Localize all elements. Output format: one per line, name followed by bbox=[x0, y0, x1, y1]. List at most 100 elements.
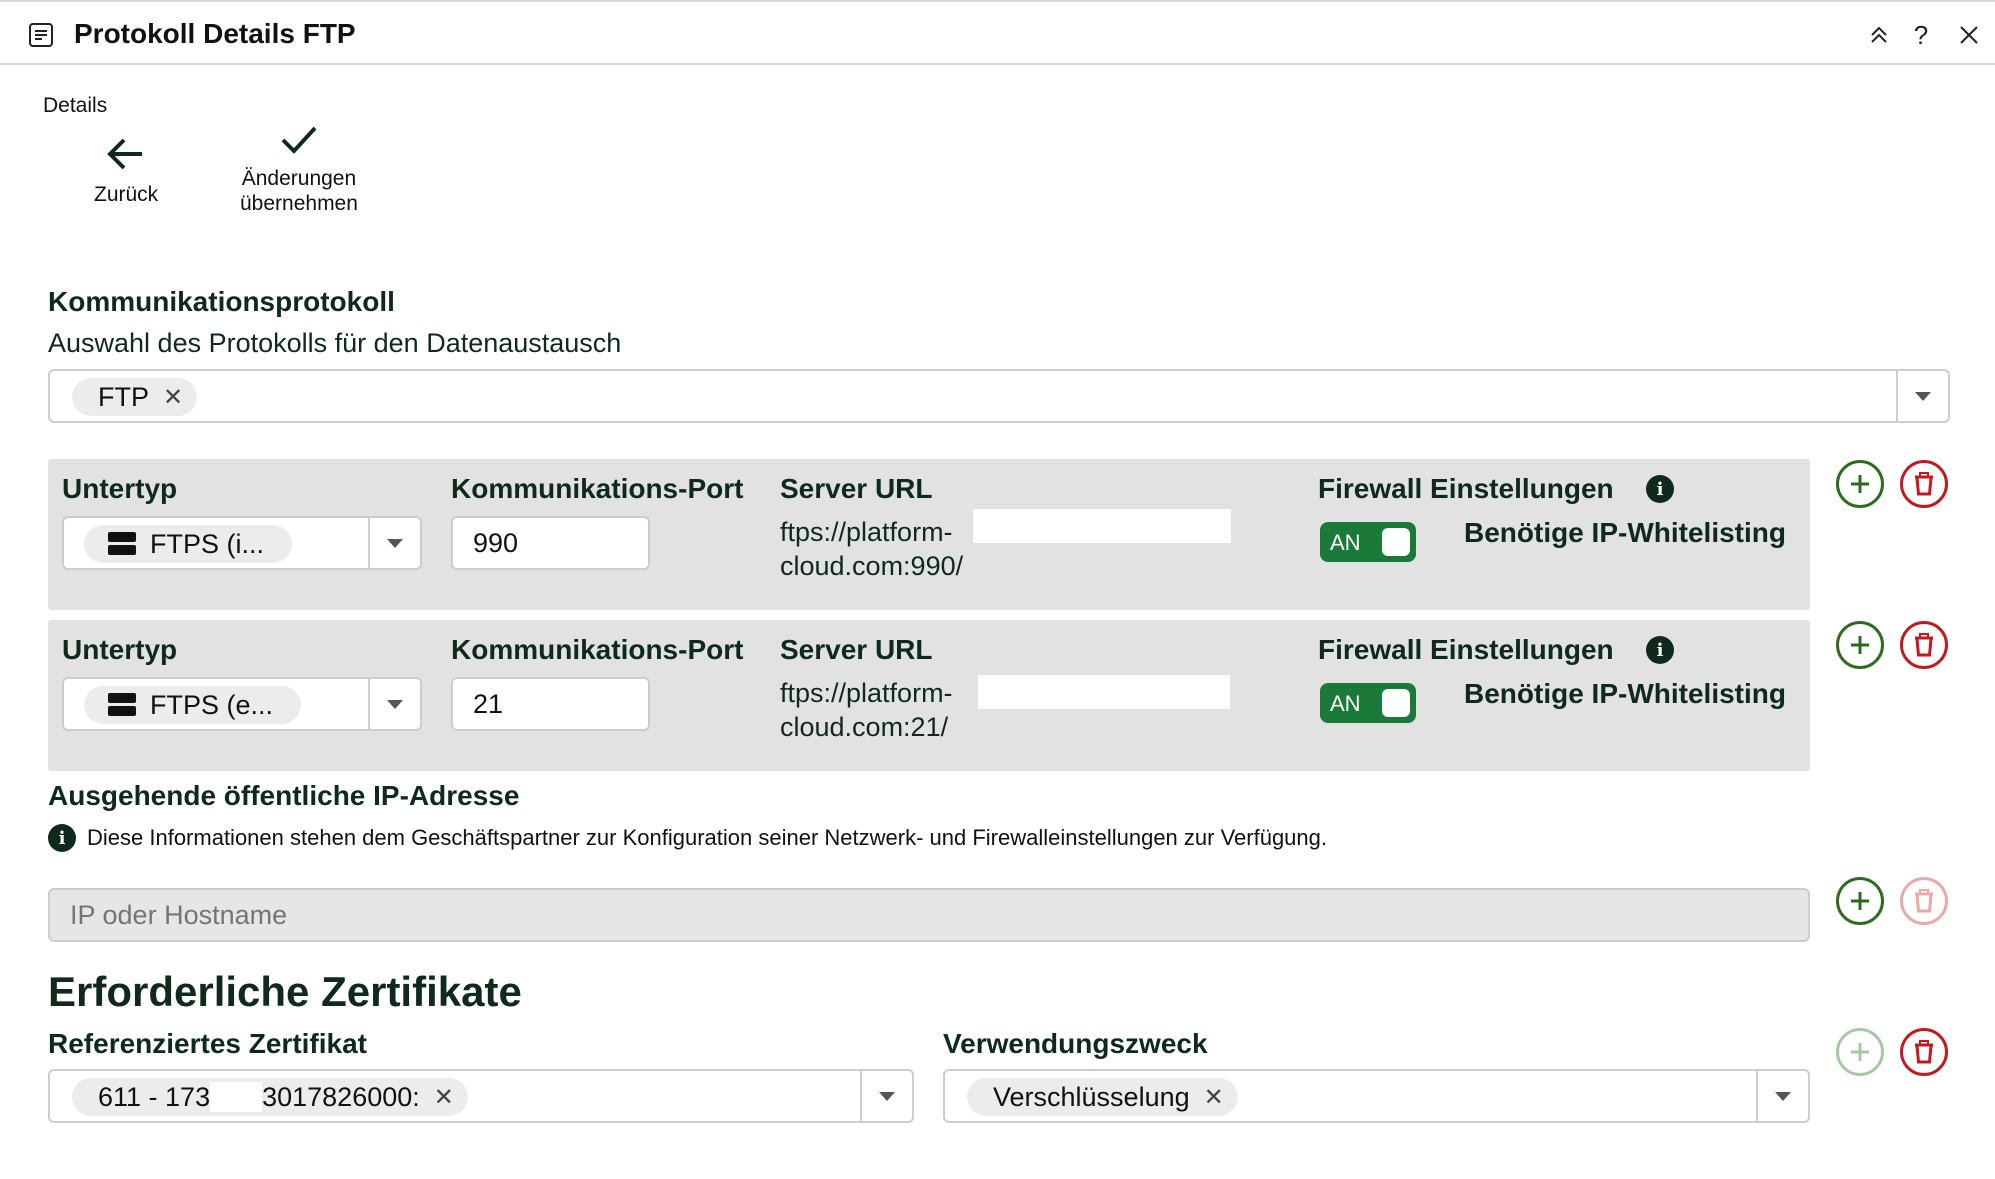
subtype-row: Untertyp FTPS (i... Kommunikations-Port … bbox=[48, 459, 1810, 610]
purpose-chip-label: Verschlüsselung bbox=[993, 1081, 1190, 1112]
subtype-dropdown-toggle[interactable] bbox=[368, 518, 420, 568]
protocol-heading: Kommunikationsprotokoll bbox=[48, 286, 395, 317]
purpose-label: Verwendungszweck bbox=[943, 1028, 1208, 1059]
apply-changes-button[interactable]: Änderungen übernehmen bbox=[240, 124, 358, 216]
port-title: Kommunikations-Port bbox=[451, 473, 744, 504]
plus-icon bbox=[1851, 636, 1869, 654]
caret-down-icon bbox=[387, 699, 403, 709]
subtype-dropdown-toggle[interactable] bbox=[368, 679, 420, 729]
server-url-line2: cloud.com:990/ bbox=[780, 551, 964, 581]
outgoing-ip-info: Diese Informationen stehen dem Geschäfts… bbox=[87, 825, 1327, 850]
apply-label-line2: übernehmen bbox=[240, 192, 358, 215]
plus-icon bbox=[1851, 892, 1869, 910]
certificate-chip-label-b: 3017826000: bbox=[262, 1081, 420, 1112]
subtype-chip-label: FTPS (i... bbox=[150, 528, 264, 559]
redaction bbox=[210, 1082, 263, 1112]
redaction bbox=[978, 675, 1230, 709]
apply-label-line1: Änderungen bbox=[241, 167, 357, 190]
purpose-select[interactable]: Verschlüsselung ✕ bbox=[943, 1069, 1810, 1123]
plus-icon bbox=[1851, 475, 1869, 493]
double-chevron-up-icon bbox=[1871, 26, 1887, 43]
protocol-select[interactable]: FTP ✕ bbox=[48, 369, 1950, 423]
delete-row-button[interactable] bbox=[1900, 621, 1948, 669]
server-icon bbox=[108, 693, 136, 717]
whitelist-label: Benötige IP-Whitelisting bbox=[1464, 678, 1786, 709]
info-icon[interactable]: i bbox=[1646, 475, 1674, 503]
protocol-chip-label: FTP bbox=[98, 381, 149, 412]
port-title: Kommunikations-Port bbox=[451, 634, 744, 665]
caret-down-icon bbox=[387, 538, 403, 548]
ref-certificate-select[interactable]: 611 - 173 3017826000: ✕ bbox=[48, 1069, 914, 1123]
close-button[interactable] bbox=[1952, 18, 1986, 52]
port-input[interactable]: 990 bbox=[451, 516, 650, 570]
firewall-title: Firewall Einstellungen bbox=[1318, 473, 1614, 504]
protocol-dropdown-toggle[interactable] bbox=[1896, 371, 1948, 421]
subtype-select[interactable]: FTPS (e... bbox=[62, 677, 422, 731]
toolbar-label: Details bbox=[43, 94, 108, 117]
dialog-header: Protokoll Details FTP ? bbox=[0, 0, 1995, 65]
delete-certificate-button[interactable] bbox=[1900, 1028, 1948, 1076]
add-row-button[interactable] bbox=[1836, 460, 1884, 508]
trash-icon bbox=[1915, 472, 1933, 496]
info-icon: i bbox=[48, 824, 76, 852]
back-label: Zurück bbox=[94, 183, 159, 206]
caret-down-icon bbox=[1775, 1091, 1791, 1101]
protocol-description: Auswahl des Protokolls für den Datenaust… bbox=[48, 328, 622, 358]
add-row-button[interactable] bbox=[1836, 621, 1884, 669]
info-icon[interactable]: i bbox=[1646, 636, 1674, 664]
trash-icon bbox=[1915, 633, 1933, 657]
add-certificate-button[interactable] bbox=[1836, 1028, 1884, 1076]
plus-icon bbox=[1851, 1043, 1869, 1061]
subtype-row: Untertyp FTPS (e... Kommunikations-Port … bbox=[48, 620, 1810, 771]
toggle-label: AN bbox=[1330, 691, 1361, 716]
port-input[interactable]: 21 bbox=[451, 677, 650, 731]
subtype-chip: FTPS (e... bbox=[84, 686, 302, 724]
delete-row-button[interactable] bbox=[1900, 460, 1948, 508]
add-ip-button[interactable] bbox=[1836, 877, 1884, 925]
caret-down-icon bbox=[1915, 391, 1931, 401]
subtype-chip: FTPS (i... bbox=[84, 525, 292, 563]
server-url-title: Server URL bbox=[780, 634, 933, 665]
certificate-chip: 611 - 173 3017826000: ✕ bbox=[72, 1078, 468, 1116]
subtype-select[interactable]: FTPS (i... bbox=[62, 516, 422, 570]
subtype-chip-label: FTPS (e... bbox=[150, 689, 274, 720]
whitelist-label: Benötige IP-Whitelisting bbox=[1464, 517, 1786, 548]
server-url-line2: cloud.com:21/ bbox=[780, 712, 949, 742]
dialog-title: Protokoll Details FTP bbox=[74, 18, 356, 49]
delete-ip-button[interactable] bbox=[1900, 877, 1948, 925]
protocol-chip: FTP ✕ bbox=[72, 378, 198, 416]
subtype-title: Untertyp bbox=[62, 473, 178, 504]
purpose-dropdown-toggle[interactable] bbox=[1756, 1071, 1808, 1121]
caret-down-icon bbox=[879, 1091, 895, 1101]
purpose-chip: Verschlüsselung ✕ bbox=[967, 1078, 1238, 1116]
firewall-title: Firewall Einstellungen bbox=[1318, 634, 1614, 665]
trash-icon bbox=[1915, 889, 1933, 913]
help-button[interactable]: ? bbox=[1904, 18, 1938, 52]
server-url-line1: ftps://platform- bbox=[780, 678, 953, 708]
toggle-knob bbox=[1382, 528, 1410, 556]
trash-icon bbox=[1915, 1040, 1933, 1064]
toggle-knob bbox=[1382, 689, 1410, 717]
ref-certificate-label: Referenziertes Zertifikat bbox=[48, 1028, 368, 1059]
server-icon bbox=[108, 532, 136, 556]
arrow-left-icon bbox=[107, 138, 143, 170]
collapse-button[interactable] bbox=[1862, 18, 1896, 52]
checkmark-icon bbox=[281, 126, 317, 154]
remove-chip-icon[interactable]: ✕ bbox=[434, 1083, 454, 1112]
remove-chip-icon[interactable]: ✕ bbox=[163, 383, 183, 412]
outgoing-ip-heading: Ausgehende öffentliche IP-Adresse bbox=[48, 780, 520, 811]
firewall-toggle[interactable]: AN bbox=[1320, 683, 1416, 723]
server-url-title: Server URL bbox=[780, 473, 933, 504]
subtype-title: Untertyp bbox=[62, 634, 178, 665]
firewall-toggle[interactable]: AN bbox=[1320, 522, 1416, 562]
ip-hostname-input[interactable] bbox=[48, 888, 1810, 942]
back-button[interactable]: Zurück bbox=[94, 136, 158, 207]
server-url-line1: ftps://platform- bbox=[780, 517, 953, 547]
close-icon bbox=[1960, 26, 1978, 44]
certificate-dropdown-toggle[interactable] bbox=[860, 1071, 912, 1121]
certificate-chip-label-a: 611 - 173 bbox=[98, 1081, 211, 1112]
remove-chip-icon[interactable]: ✕ bbox=[1204, 1083, 1224, 1112]
toggle-label: AN bbox=[1330, 530, 1361, 555]
redaction bbox=[973, 509, 1231, 543]
document-icon bbox=[29, 23, 53, 47]
